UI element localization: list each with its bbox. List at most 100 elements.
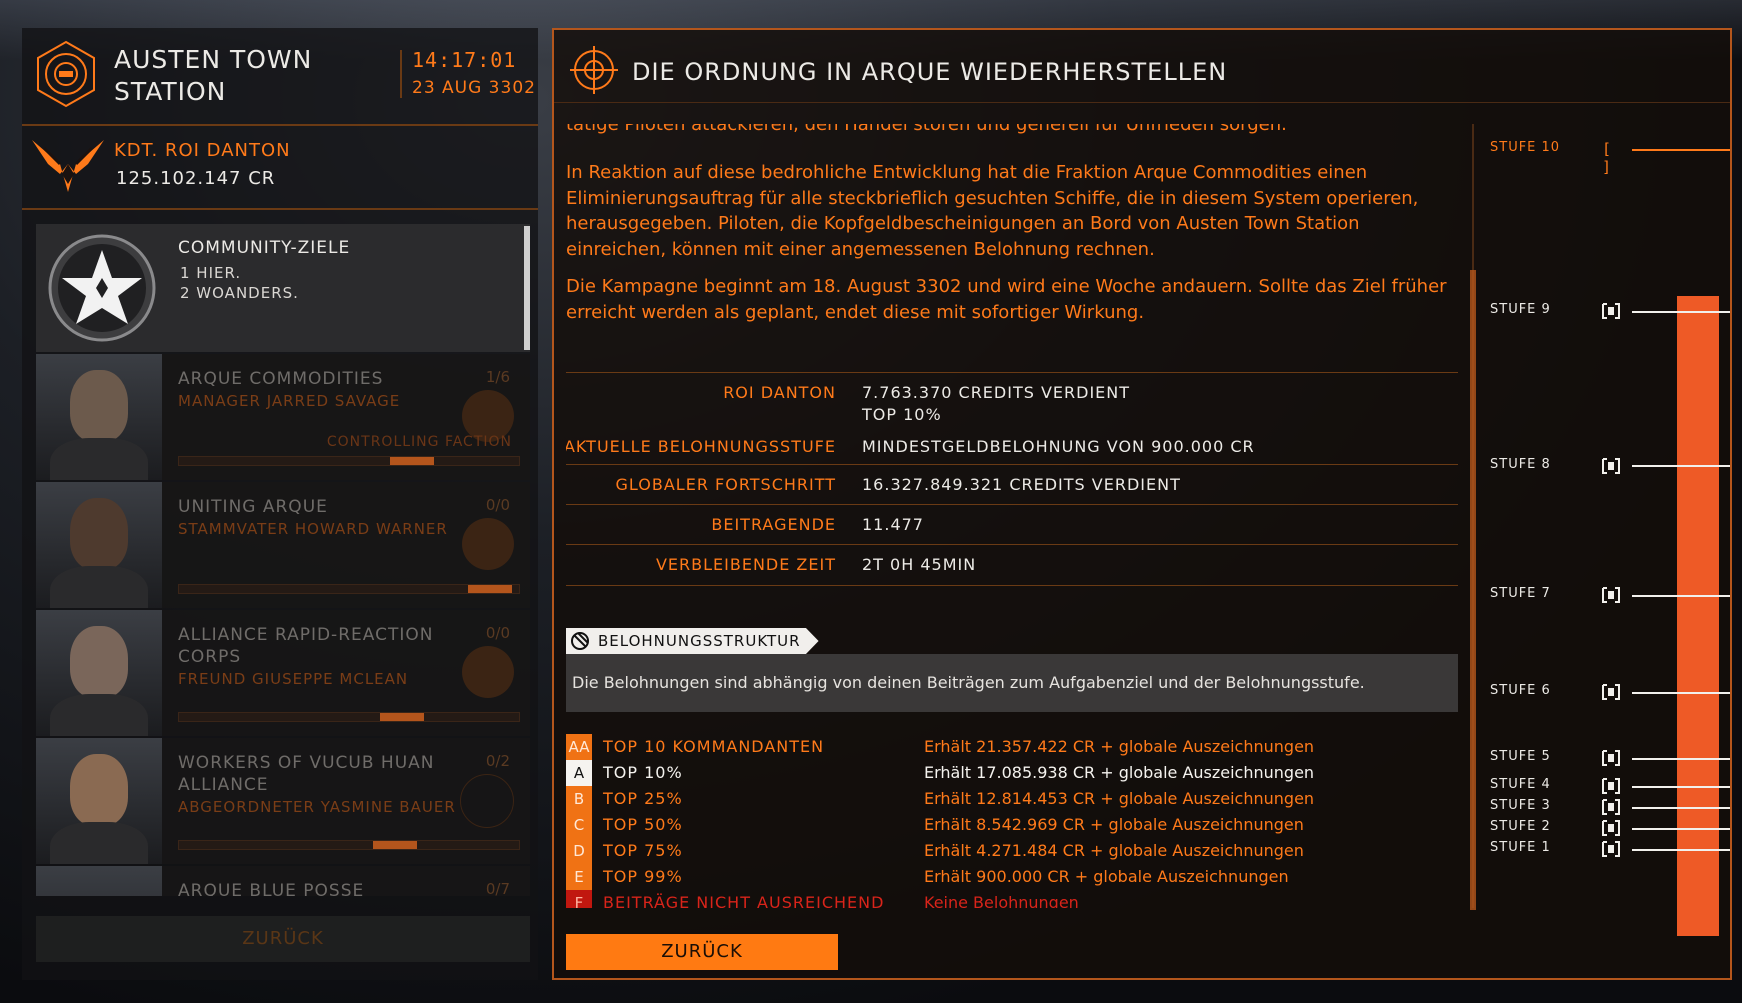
tier-name: TOP 50%	[603, 815, 683, 834]
faction-leader: FREUND GIUSEPPE MCLEAN	[178, 670, 409, 688]
list-scrollbar[interactable]	[524, 226, 530, 350]
level-tracker: STUFE 10 [ ] STUFE 9 STUFE 8 STUFE 7 STU…	[1482, 120, 1730, 940]
faction-progress-fill	[373, 841, 417, 849]
tier-badge: D	[566, 838, 592, 864]
faction-leader-portrait	[36, 482, 162, 608]
level-label: STUFE 10	[1490, 140, 1561, 155]
tier-name: TOP 75%	[603, 841, 683, 860]
tier-badge: AA	[566, 734, 592, 760]
clock-divider	[400, 50, 402, 98]
stat-value-player-credits: 7.763.370 CREDITS VERDIENT	[862, 383, 1131, 402]
faction-progress-fill	[390, 457, 434, 465]
tier-reward: Erhält 8.542.969 CR + globale Auszeichnu…	[924, 815, 1304, 834]
level-line	[1632, 849, 1730, 851]
level-line	[1632, 465, 1730, 467]
faction-logo-icon	[462, 518, 514, 570]
left-back-button[interactable]: ZURÜCK	[36, 916, 530, 962]
stat-row-time: VERBLEIBENDE ZEIT 2T 0H 45MIN	[566, 544, 1458, 586]
station-name: AUSTEN TOWN STATION	[114, 44, 394, 108]
faction-progress-fill	[468, 585, 513, 593]
station-name-line2: STATION	[114, 77, 227, 106]
community-goals-elsewhere: 2 WOANDERS.	[180, 284, 299, 302]
level-marker-filled-icon	[1602, 750, 1620, 766]
stat-value-contributors: 11.477	[862, 515, 924, 534]
level-marker-filled-icon	[1602, 778, 1620, 794]
stat-label-time: VERBLEIBENDE ZEIT	[655, 555, 836, 574]
level-line	[1632, 311, 1730, 313]
reward-tier-none: F BEITRÄGE NICHT AUSREICHEND Keine Beloh…	[566, 890, 1458, 908]
level-label: STUFE 5	[1490, 749, 1551, 764]
faction-item[interactable]: ALLIANCE RAPID-REACTION CORPS FREUND GIU…	[36, 610, 530, 736]
faction-leader: ABGEORDNETER YASMINE BAUER	[178, 798, 456, 816]
stat-row-global: GLOBALER FORTSCHRITT 16.327.849.321 CRED…	[566, 464, 1458, 505]
faction-progress-bar	[178, 456, 520, 466]
level-label: STUFE 1	[1490, 840, 1551, 855]
level-line	[1632, 692, 1730, 694]
station-header: AUSTEN TOWN STATION 14:17:01 23 AUG 3302	[22, 28, 538, 126]
rank-wings-icon	[32, 140, 104, 192]
stat-row-player: ROI DANTON 7.763.370 CREDITS VERDIENT TO…	[566, 372, 1458, 465]
faction-item[interactable]: ARQUE BLUE POSSE 0/7	[36, 866, 530, 896]
level-label: STUFE 8	[1490, 457, 1551, 472]
level-label: STUFE 7	[1490, 586, 1551, 601]
level-marker-filled-icon	[1602, 587, 1620, 603]
commander-info: KDT. ROI DANTON 125.102.147 CR	[22, 124, 538, 210]
community-goals-title: COMMUNITY-ZIELE	[178, 238, 351, 258]
faction-logo-icon	[462, 646, 514, 698]
tier-badge: E	[566, 864, 592, 890]
level-marker-filled-icon	[1602, 684, 1620, 700]
community-goals-list: COMMUNITY-ZIELE 1 HIER. 2 WOANDERS. ARQU…	[36, 224, 530, 896]
faction-progress-bar	[178, 584, 520, 594]
reward-tier: E TOP 99% Erhält 900.000 CR + globale Au…	[566, 864, 1458, 890]
reward-structure-icon	[571, 632, 589, 650]
tier-name: BEITRÄGE NICHT AUSREICHEND	[603, 893, 885, 908]
level-line	[1632, 595, 1730, 597]
station-panel: AUSTEN TOWN STATION 14:17:01 23 AUG 3302…	[22, 28, 538, 980]
tier-badge: A	[566, 760, 592, 786]
stat-value-time: 2T 0H 45MIN	[862, 555, 977, 574]
stat-value-tier: MINDESTGELDBELOHNUNG VON 900.000 CR	[862, 437, 1255, 456]
tier-reward: Erhält 17.085.938 CR + globale Auszeichn…	[924, 763, 1315, 782]
level-marker-filled-icon	[1602, 458, 1620, 474]
content-scrollbar[interactable]	[1470, 270, 1476, 910]
tier-name: TOP 25%	[603, 789, 683, 808]
faction-item[interactable]: WORKERS OF VUCUB HUAN ALLIANCE ABGEORDNE…	[36, 738, 530, 864]
back-button[interactable]: ZURÜCK	[566, 934, 838, 970]
level-marker-filled-icon	[1602, 303, 1620, 319]
faction-leader-portrait	[36, 354, 162, 480]
faction-item[interactable]: UNITING ARQUE STAMMVATER HOWARD WARNER 0…	[36, 482, 530, 608]
level-line	[1632, 828, 1730, 830]
tier-reward: Erhält 900.000 CR + globale Auszeichnung…	[924, 867, 1289, 886]
faction-leader: STAMMVATER HOWARD WARNER	[178, 520, 448, 538]
faction-progress-bar	[178, 712, 520, 722]
level-label: STUFE 3	[1490, 798, 1551, 813]
level-marker-empty-icon: [ ]	[1602, 140, 1612, 176]
faction-item[interactable]: ARQUE COMMODITIES MANAGER JARRED SAVAGE …	[36, 354, 530, 480]
faction-tag: CONTROLLING FACTION	[326, 434, 512, 450]
community-goals-item[interactable]: COMMUNITY-ZIELE 1 HIER. 2 WOANDERS.	[36, 224, 530, 352]
faction-leader-portrait	[36, 738, 162, 864]
reward-tier: C TOP 50% Erhält 8.542.969 CR + globale …	[566, 812, 1458, 838]
clock-date: 23 AUG 3302	[412, 78, 536, 98]
level-marker-filled-icon	[1602, 841, 1620, 857]
faction-count: 0/2	[485, 752, 510, 770]
community-goals-here: 1 HIER.	[180, 264, 242, 282]
level-line	[1632, 758, 1730, 760]
reward-structure-description: Die Belohnungen sind abhängig von deinen…	[566, 654, 1458, 712]
faction-name: ARQUE COMMODITIES	[178, 369, 384, 389]
global-progress-bar	[1677, 296, 1719, 936]
faction-count: 0/0	[485, 496, 510, 514]
faction-count: 0/7	[485, 880, 510, 896]
tier-name: TOP 10 KOMMANDANTEN	[603, 737, 825, 756]
level-label: STUFE 6	[1490, 683, 1551, 698]
tier-reward: Erhält 4.271.484 CR + globale Auszeichnu…	[924, 841, 1304, 860]
faction-name: UNITING ARQUE	[178, 497, 328, 517]
faction-leader: MANAGER JARRED SAVAGE	[178, 392, 401, 410]
reward-tier: AA TOP 10 KOMMANDANTEN Erhält 21.357.422…	[566, 734, 1458, 760]
community-goals-star-icon	[48, 234, 156, 342]
detail-title: DIE ORDNUNG IN ARQUE WIEDERHERSTELLEN	[632, 58, 1228, 86]
level-line	[1632, 807, 1730, 809]
stat-label-global: GLOBALER FORTSCHRITT	[615, 475, 836, 494]
level-label: STUFE 2	[1490, 819, 1551, 834]
target-crosshair-icon	[570, 46, 618, 94]
